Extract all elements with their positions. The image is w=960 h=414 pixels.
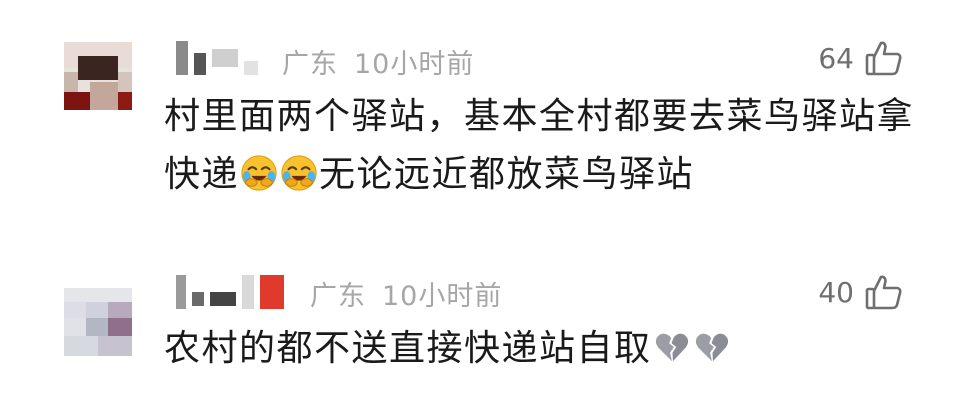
region-label: 广东: [282, 49, 338, 80]
comment-text-segment: 快递: [164, 154, 240, 195]
like-count: 64: [818, 41, 854, 75]
username-redacted[interactable]: [176, 38, 264, 78]
comment-meta: 广东 10小时前: [310, 274, 502, 313]
region-label: 广东: [310, 281, 366, 312]
broken-heart-icon: [695, 333, 728, 362]
timestamp: 10小时前: [354, 49, 475, 80]
comment-text: 村里面两个驿站，基本全村都要去菜鸟驿站拿 快递 无论远近都放菜鸟驿站: [164, 88, 924, 204]
comment-text: 农村的都不送直接快递站自取: [164, 320, 924, 378]
comment-meta: 广东 10小时前: [282, 42, 474, 81]
comment-text-segment: 农村的都不送直接快递站自取: [164, 328, 652, 369]
face-with-tears-of-joy-covering-face-icon: [281, 155, 317, 191]
like-button[interactable]: 40: [818, 272, 904, 312]
avatar[interactable]: [64, 288, 132, 356]
comment-text-line: 村里面两个驿站，基本全村都要去菜鸟驿站拿: [164, 96, 915, 137]
thumbs-up-outline-icon: [865, 275, 902, 310]
comment-list: 广东 10小时前 64 村里面两个驿站，基本全村都要去菜鸟驿站拿 快递 无论远近…: [0, 0, 960, 414]
avatar[interactable]: [64, 42, 132, 110]
like-count: 40: [818, 275, 854, 309]
comment-text-line: 快递 无论远近都放菜鸟驿站: [164, 146, 924, 204]
timestamp: 10小时前: [382, 281, 503, 312]
username-redacted[interactable]: [176, 272, 290, 312]
thumbs-up-outline-icon: [865, 41, 902, 76]
comment-text-segment: 无论远近都放菜鸟驿站: [319, 154, 695, 195]
like-button[interactable]: 64: [818, 38, 904, 78]
broken-heart-icon: [655, 333, 688, 362]
face-with-tears-of-joy-covering-face-icon: [241, 155, 277, 191]
